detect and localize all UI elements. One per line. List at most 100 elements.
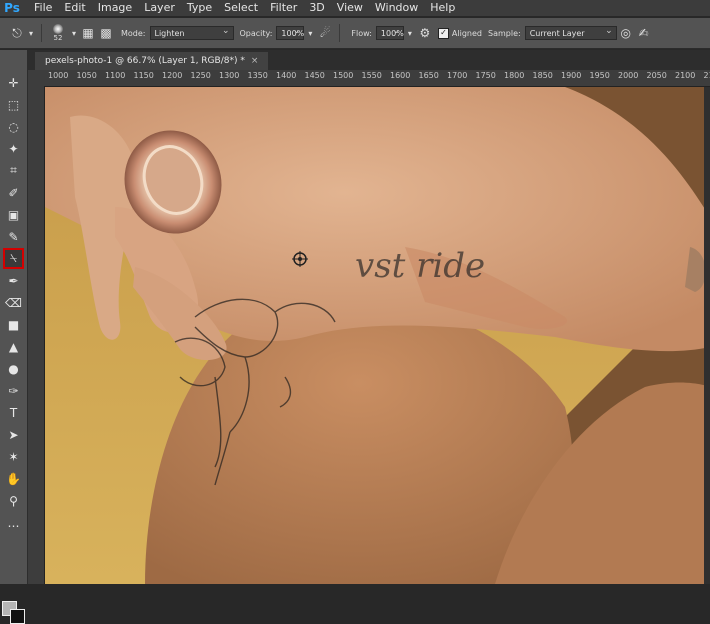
blur-drop-icon: ▲ [9,340,18,354]
ruler-tick-label: 1800 [504,71,524,80]
options-divider [41,24,42,42]
menu-image[interactable]: Image [92,0,138,16]
preset-dropdown-chevron-icon[interactable]: ▾ [26,24,36,42]
menu-bar: Ps File Edit Image Layer Type Select Fil… [0,0,710,16]
menu-layer[interactable]: Layer [138,0,181,16]
menu-file[interactable]: File [28,0,58,16]
flow-slider-chevron-icon[interactable]: ▾ [404,24,416,42]
ruler-tick-label: 2100 [675,71,695,80]
pen-tool[interactable]: ✑ [3,380,24,401]
ruler-tick-label: 1150 [134,71,154,80]
ruler-tick-label: 1000 [48,71,68,80]
horizontal-ruler[interactable]: 1000105011001150120012501300135014001450… [44,70,710,87]
brush-size-label: 52 [54,34,63,42]
sample-select-value: Current Layer [530,29,585,38]
menu-help[interactable]: Help [424,0,461,16]
flow-label: Flow: [351,29,372,38]
vertical-ruler[interactable] [27,86,45,584]
brush-settings-panel-icon[interactable]: ▦ [79,24,97,42]
document-tab[interactable]: pexels-photo-1 @ 66.7% (Layer 1, RGB/8*)… [35,52,268,70]
vertical-scrollbar[interactable] [704,87,710,584]
frame-tool[interactable]: ▣ [3,204,24,225]
lasso-icon: ◌ [8,120,18,134]
lasso-tool[interactable]: ◌ [3,116,24,137]
airbrush-icon[interactable]: ⚙ [416,24,434,42]
ellipsis-icon: … [8,516,20,530]
aligned-checkbox[interactable]: ✓ [438,28,449,39]
pressure-opacity-icon[interactable]: ☄ [316,24,334,42]
ruler-tick-label: 1650 [419,71,439,80]
pressure-size-icon[interactable]: ✍ [635,24,653,42]
sample-select[interactable]: Current Layer [525,26,617,40]
ruler-tick-label: 2050 [647,71,667,80]
pen-icon: ✑ [8,384,18,398]
custom-shape-icon: ✶ [8,450,18,464]
menu-edit[interactable]: Edit [58,0,91,16]
opacity-label: Opacity: [240,29,273,38]
path-select-tool[interactable]: ➤ [3,424,24,445]
brush-dropdown-chevron-icon[interactable]: ▾ [69,24,79,42]
ruler-tick-label: 1400 [276,71,296,80]
clone-source-panel-icon[interactable]: ▩ [97,24,115,42]
menu-filter[interactable]: Filter [264,0,303,16]
blur-tool[interactable]: ▲ [3,336,24,357]
type-tool[interactable]: T [3,402,24,423]
brush-tool[interactable]: ✎ [3,226,24,247]
menu-type[interactable]: Type [181,0,218,16]
mode-select[interactable]: Lighten [150,26,234,40]
mode-select-value: Lighten [155,29,185,38]
close-icon[interactable]: × [251,56,259,66]
quick-selection-icon: ✦ [8,142,18,156]
zoom-tool[interactable]: ⚲ [3,490,24,511]
clone-stamp-preset-icon[interactable]: ⎋ [8,24,26,42]
gradient-tool[interactable]: ■ [3,314,24,335]
flow-input[interactable]: 100% [376,26,404,40]
type-icon: T [10,406,17,420]
hand-tool[interactable]: ✋ [3,468,24,489]
tools-panel: ✛ ⬚ ◌ ✦ ⌗✐ ▣ ✎⍀✒⌫■ ▲ ● ✑ T ➤ ✶ ✋ ⚲ … [0,50,28,584]
dodge-icon: ● [8,362,18,376]
ruler-tick-label: 1450 [305,71,325,80]
frame-icon: ▣ [8,208,19,222]
path-selection-arrow-icon: ➤ [8,428,18,442]
sample-label: Sample: [488,29,521,38]
crop-tool[interactable]: ⌗ [3,160,24,181]
eraser-tool[interactable]: ⌫ [3,292,24,313]
document-canvas[interactable]: vst ride [45,87,710,584]
history-brush-tool[interactable]: ✒ [3,270,24,291]
menu-window[interactable]: Window [369,0,424,16]
hand-icon: ✋ [6,472,21,486]
aligned-label: Aligned [452,29,482,38]
brush-preset-picker[interactable]: 52 [47,21,69,45]
dodge-tool[interactable]: ● [3,358,24,379]
more-tools[interactable]: … [3,512,24,533]
rectangular-marquee-icon: ⬚ [8,98,19,112]
opacity-input[interactable]: 100% [276,26,304,40]
zoom-icon: ⚲ [9,494,18,508]
menu-view[interactable]: View [331,0,369,16]
ruler-tick-label: 1500 [333,71,353,80]
background-color-swatch[interactable] [10,609,25,624]
ruler-tick-label: 1900 [561,71,581,80]
ruler-tick-label: 2150 [704,71,710,80]
ruler-tick-label: 1250 [191,71,211,80]
tattoo-text: vst ride [355,246,485,286]
ruler-tick-label: 1550 [362,71,382,80]
menu-select[interactable]: Select [218,0,264,16]
shape-tool[interactable]: ✶ [3,446,24,467]
opacity-input-value: 100% [281,29,304,38]
ruler-origin[interactable] [27,70,44,87]
quick-select-tool[interactable]: ✦ [3,138,24,159]
clone-stamp-tool[interactable]: ⍀ [3,248,24,269]
ignore-adjustment-layers-icon[interactable]: ◎ [617,24,635,42]
document-tab-strip: pexels-photo-1 @ 66.7% (Layer 1, RGB/8*)… [27,50,710,70]
marquee-tool[interactable]: ⬚ [3,94,24,115]
ruler-tick-label: 1600 [390,71,410,80]
menu-3d[interactable]: 3D [303,0,330,16]
ruler-tick-label: 1350 [248,71,268,80]
ruler-tick-label: 1950 [590,71,610,80]
ruler-tick-label: 1750 [476,71,496,80]
eyedropper-tool[interactable]: ✐ [3,182,24,203]
opacity-slider-chevron-icon[interactable]: ▾ [304,24,316,42]
move-tool[interactable]: ✛ [3,72,24,93]
